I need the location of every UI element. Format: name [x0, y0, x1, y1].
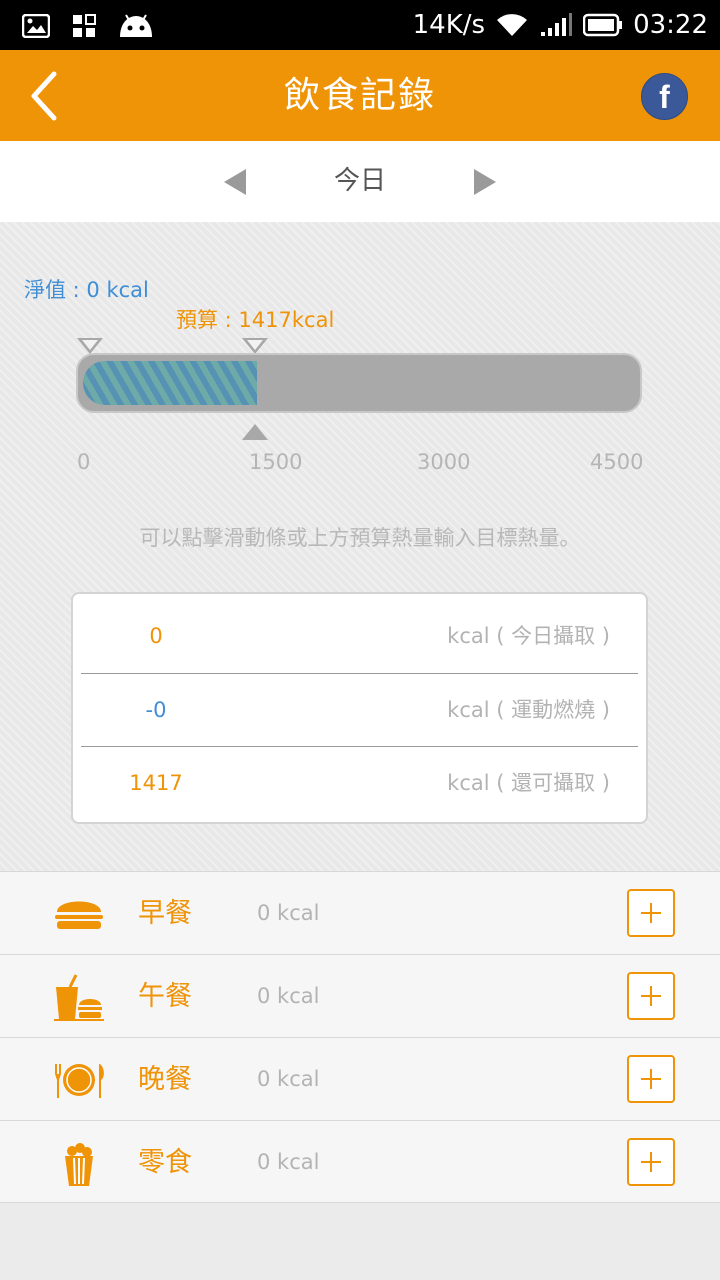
calorie-slider[interactable]: [76, 353, 642, 413]
net-speed: 14K/s: [412, 10, 486, 40]
summary-row-intake: 0 kcal ( 今日攝取 ): [81, 600, 638, 673]
meal-name: 晚餐: [138, 1064, 192, 1095]
status-system: 14K/s 03:22: [413, 0, 708, 50]
meal-row-snack[interactable]: 零食 0 kcal: [0, 1120, 720, 1203]
intake-value: 0: [149, 624, 163, 648]
facebook-icon: f: [659, 79, 670, 115]
battery-icon: [583, 13, 623, 37]
status-bar: 14K/s 03:22: [0, 0, 720, 50]
page-title: 飲食記錄: [283, 75, 436, 116]
plate-fork-knife-icon: [55, 1064, 104, 1098]
calorie-slider-fill: [83, 361, 257, 405]
add-breakfast-button[interactable]: [627, 889, 675, 937]
add-dinner-button[interactable]: [627, 1055, 675, 1103]
tick-label: 1500: [249, 450, 303, 474]
gauge-hint: 可以點擊滑動條或上方預算熱量輸入目標熱量。: [139, 526, 581, 550]
triangle-right-icon[interactable]: [474, 169, 496, 195]
apps-icon: [73, 14, 96, 37]
drink-burger-icon: [54, 974, 104, 1021]
meal-row-breakfast[interactable]: 早餐 0 kcal: [0, 871, 720, 954]
summary-row-burned: -0 kcal ( 運動燃燒 ): [81, 673, 638, 746]
meal-name: 零食: [138, 1147, 192, 1178]
meal-name: 早餐: [138, 898, 192, 929]
meal-kcal: 0 kcal: [257, 901, 320, 925]
triangle-left-icon[interactable]: [224, 169, 246, 195]
intake-label: kcal ( 今日攝取 ): [447, 624, 610, 648]
bottom-background: [0, 1203, 720, 1280]
meal-list: 早餐 0 kcal 午餐 0 kcal 晚餐 0 kcal 零食 0 kcal: [0, 871, 720, 1203]
meal-row-dinner[interactable]: 晚餐 0 kcal: [0, 1037, 720, 1120]
image-icon: [22, 14, 50, 38]
net-marker-icon: [77, 338, 103, 354]
slider-handle-icon[interactable]: [242, 424, 268, 440]
date-label: 今日: [333, 166, 386, 196]
status-notifications: [22, 12, 154, 40]
meal-kcal: 0 kcal: [257, 1150, 320, 1174]
summary-row-remaining: 1417 kcal ( 還可攝取 ): [81, 746, 638, 819]
burned-value: -0: [145, 698, 167, 722]
tick-label: 4500: [590, 450, 644, 474]
meal-name: 午餐: [138, 981, 192, 1012]
wifi-icon: [497, 14, 528, 36]
calorie-summary-card: 0 kcal ( 今日攝取 ) -0 kcal ( 運動燃燒 ) 1417 kc…: [71, 592, 648, 824]
tick-label: 0: [77, 450, 91, 474]
facebook-share-button[interactable]: f: [641, 73, 688, 120]
tick-label: 3000: [417, 450, 471, 474]
burger-icon: [55, 901, 103, 929]
net-calorie-label: 淨值 : 0 kcal: [24, 278, 149, 302]
app-bar: 飲食記錄 f: [0, 50, 720, 141]
clock: 03:22: [633, 10, 708, 40]
popcorn-icon: [65, 1143, 93, 1186]
meal-row-lunch[interactable]: 午餐 0 kcal: [0, 954, 720, 1037]
add-lunch-button[interactable]: [627, 972, 675, 1020]
burned-label: kcal ( 運動燃燒 ): [447, 698, 610, 722]
signal-icon: [541, 13, 573, 36]
remaining-value: 1417: [129, 771, 183, 795]
android-icon: [120, 14, 152, 37]
date-navigation: 今日: [0, 141, 720, 222]
calorie-gauge-panel: 淨值 : 0 kcal 預算 : 1417kcal 0 1500 3000 45…: [0, 222, 720, 872]
budget-marker-icon: [242, 338, 268, 354]
budget-calorie-label[interactable]: 預算 : 1417kcal: [176, 304, 334, 334]
add-snack-button[interactable]: [627, 1138, 675, 1186]
remaining-label: kcal ( 還可攝取 ): [447, 771, 610, 795]
meal-kcal: 0 kcal: [257, 984, 320, 1008]
meal-kcal: 0 kcal: [257, 1067, 320, 1091]
